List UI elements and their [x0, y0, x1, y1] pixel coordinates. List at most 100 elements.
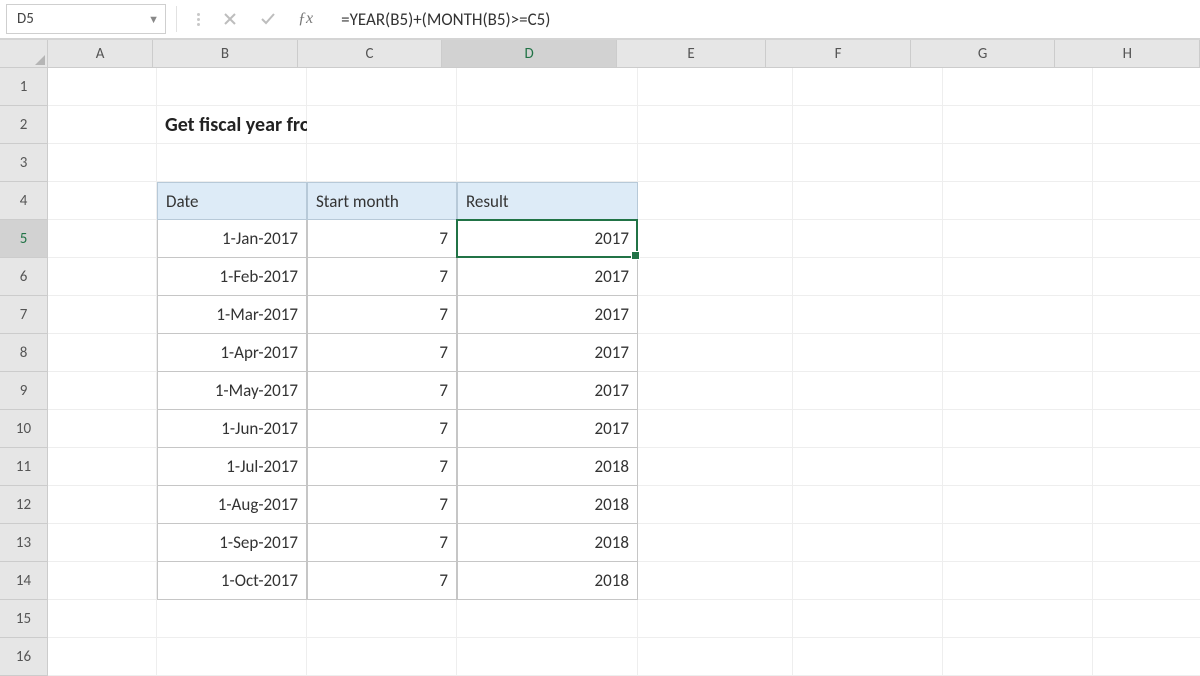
cell-A12[interactable]	[48, 486, 157, 524]
cell-A13[interactable]	[48, 524, 157, 562]
cell-F7[interactable]	[793, 296, 943, 334]
cell-D4[interactable]: Result	[457, 182, 638, 220]
cell-H16[interactable]	[1093, 638, 1200, 676]
cell-H9[interactable]	[1093, 372, 1200, 410]
cancel-icon[interactable]	[222, 11, 238, 27]
cell-H14[interactable]	[1093, 562, 1200, 600]
cell-C4[interactable]: Start month	[307, 182, 457, 220]
cell-G6[interactable]	[943, 258, 1093, 296]
cell-A7[interactable]	[48, 296, 157, 334]
cell-B12[interactable]: 1-Aug-2017	[157, 486, 307, 524]
row-header-3[interactable]: 3	[0, 144, 48, 182]
cell-B11[interactable]: 1-Jul-2017	[157, 448, 307, 486]
cell-C15[interactable]	[307, 600, 457, 638]
cell-D10[interactable]: 2017	[457, 410, 638, 448]
cell-E8[interactable]	[638, 334, 793, 372]
cell-C12[interactable]: 7	[307, 486, 457, 524]
cell-H7[interactable]	[1093, 296, 1200, 334]
row-header-8[interactable]: 8	[0, 334, 48, 372]
column-header-C[interactable]: C	[298, 40, 443, 68]
cell-E5[interactable]	[638, 220, 793, 258]
cell-E7[interactable]	[638, 296, 793, 334]
cell-A14[interactable]	[48, 562, 157, 600]
cell-B16[interactable]	[157, 638, 307, 676]
cell-F9[interactable]	[793, 372, 943, 410]
cell-A6[interactable]	[48, 258, 157, 296]
cell-E3[interactable]	[638, 144, 793, 182]
cell-E13[interactable]	[638, 524, 793, 562]
cell-A9[interactable]	[48, 372, 157, 410]
row-header-9[interactable]: 9	[0, 372, 48, 410]
row-header-15[interactable]: 15	[0, 600, 48, 638]
cell-A16[interactable]	[48, 638, 157, 676]
cell-C1[interactable]	[307, 68, 457, 106]
fx-icon[interactable]: ƒx	[298, 10, 313, 28]
cell-G10[interactable]	[943, 410, 1093, 448]
cell-F2[interactable]	[793, 106, 943, 144]
cell-G9[interactable]	[943, 372, 1093, 410]
cell-F6[interactable]	[793, 258, 943, 296]
cell-C14[interactable]: 7	[307, 562, 457, 600]
cell-C8[interactable]: 7	[307, 334, 457, 372]
cell-D5[interactable]: 2017	[457, 220, 638, 258]
column-header-F[interactable]: F	[766, 40, 911, 68]
cell-A5[interactable]	[48, 220, 157, 258]
row-header-11[interactable]: 11	[0, 448, 48, 486]
cell-D9[interactable]: 2017	[457, 372, 638, 410]
cell-B5[interactable]: 1-Jan-2017	[157, 220, 307, 258]
cell-F13[interactable]	[793, 524, 943, 562]
cell-F14[interactable]	[793, 562, 943, 600]
cell-C5[interactable]: 7	[307, 220, 457, 258]
cell-F4[interactable]	[793, 182, 943, 220]
cell-G14[interactable]	[943, 562, 1093, 600]
cell-B2[interactable]: Get fiscal year from date	[157, 106, 307, 144]
cell-H4[interactable]	[1093, 182, 1200, 220]
row-header-1[interactable]: 1	[0, 68, 48, 106]
confirm-icon[interactable]	[260, 11, 276, 27]
row-header-10[interactable]: 10	[0, 410, 48, 448]
cell-C2[interactable]	[307, 106, 457, 144]
cell-B7[interactable]: 1-Mar-2017	[157, 296, 307, 334]
cell-C11[interactable]: 7	[307, 448, 457, 486]
cell-A3[interactable]	[48, 144, 157, 182]
cell-B14[interactable]: 1-Oct-2017	[157, 562, 307, 600]
cell-B8[interactable]: 1-Apr-2017	[157, 334, 307, 372]
cell-A8[interactable]	[48, 334, 157, 372]
cell-H5[interactable]	[1093, 220, 1200, 258]
cell-D13[interactable]: 2018	[457, 524, 638, 562]
cell-C10[interactable]: 7	[307, 410, 457, 448]
cell-C7[interactable]: 7	[307, 296, 457, 334]
column-header-H[interactable]: H	[1055, 40, 1200, 68]
cell-D12[interactable]: 2018	[457, 486, 638, 524]
cell-A2[interactable]	[48, 106, 157, 144]
cell-G11[interactable]	[943, 448, 1093, 486]
cell-G8[interactable]	[943, 334, 1093, 372]
cell-E16[interactable]	[638, 638, 793, 676]
cell-H10[interactable]	[1093, 410, 1200, 448]
cell-G16[interactable]	[943, 638, 1093, 676]
cell-F10[interactable]	[793, 410, 943, 448]
cell-G5[interactable]	[943, 220, 1093, 258]
cell-F5[interactable]	[793, 220, 943, 258]
cell-D15[interactable]	[457, 600, 638, 638]
cell-A11[interactable]	[48, 448, 157, 486]
cell-E11[interactable]	[638, 448, 793, 486]
cell-G4[interactable]	[943, 182, 1093, 220]
row-header-16[interactable]: 16	[0, 638, 48, 676]
cell-B4[interactable]: Date	[157, 182, 307, 220]
column-header-G[interactable]: G	[911, 40, 1056, 68]
cell-C9[interactable]: 7	[307, 372, 457, 410]
name-box[interactable]: D5 ▼	[6, 4, 166, 34]
row-header-2[interactable]: 2	[0, 106, 48, 144]
cell-B6[interactable]: 1-Feb-2017	[157, 258, 307, 296]
cell-G2[interactable]	[943, 106, 1093, 144]
row-header-13[interactable]: 13	[0, 524, 48, 562]
cell-E1[interactable]	[638, 68, 793, 106]
cell-B9[interactable]: 1-May-2017	[157, 372, 307, 410]
cell-H13[interactable]	[1093, 524, 1200, 562]
cell-D8[interactable]: 2017	[457, 334, 638, 372]
cell-H11[interactable]	[1093, 448, 1200, 486]
cell-D11[interactable]: 2018	[457, 448, 638, 486]
cell-A15[interactable]	[48, 600, 157, 638]
cell-C6[interactable]: 7	[307, 258, 457, 296]
